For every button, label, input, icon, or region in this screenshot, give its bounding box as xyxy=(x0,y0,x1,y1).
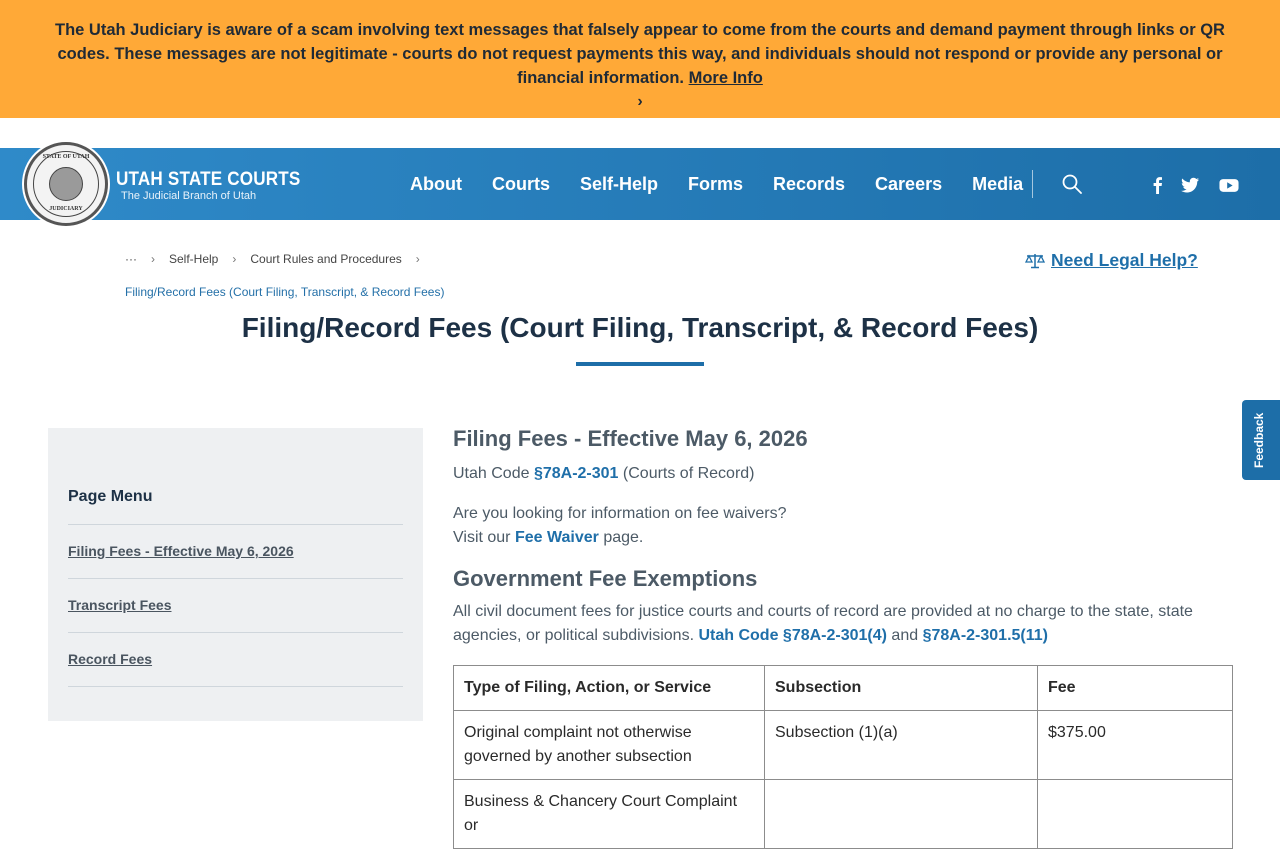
nav-forms[interactable]: Forms xyxy=(688,174,743,195)
brand-subtitle: The Judicial Branch of Utah xyxy=(121,190,257,202)
feedback-label: Feedback xyxy=(1252,412,1266,468)
nav-self-help[interactable]: Self-Help xyxy=(580,174,658,195)
table-row: Business & Chancery Court Complaint or xyxy=(453,779,1233,849)
code-link-78a-2-301-5-11[interactable]: §78A-2-301.5(11) xyxy=(923,627,1048,644)
table-cell-fee: $375.00 xyxy=(1037,710,1233,780)
table-cell-type: Business & Chancery Court Complaint or xyxy=(453,779,765,849)
breadcrumb-ellipsis[interactable]: ··· xyxy=(125,252,137,266)
filing-fees-table: Type of Filing, Action, or Service Subse… xyxy=(453,665,1233,849)
page-menu-item-record-fees[interactable]: Record Fees xyxy=(68,633,403,687)
fee-waiver-paragraph: Are you looking for information on fee w… xyxy=(453,502,1233,550)
breadcrumb-current[interactable]: Filing/Record Fees (Court Filing, Transc… xyxy=(125,285,444,299)
fee-waiver-question: Are you looking for information on fee w… xyxy=(453,505,787,522)
search-icon[interactable] xyxy=(1062,174,1082,194)
seal-beehive-icon xyxy=(49,167,83,201)
main-content: Filing Fees - Effective May 6, 2026 Utah… xyxy=(453,426,1233,849)
twitter-icon[interactable] xyxy=(1180,175,1200,195)
nav-about[interactable]: About xyxy=(410,174,462,195)
breadcrumb-separator-icon: › xyxy=(151,252,155,266)
breadcrumb-separator-icon: › xyxy=(232,252,237,266)
page-menu-item-transcript-fees[interactable]: Transcript Fees xyxy=(68,579,403,633)
page-menu: Page Menu Filing Fees - Effective May 6,… xyxy=(48,428,423,721)
scales-icon xyxy=(1025,253,1045,268)
breadcrumb-self-help[interactable]: Self-Help xyxy=(169,252,218,266)
feedback-tab[interactable]: Feedback xyxy=(1242,400,1280,480)
breadcrumb-separator-icon: › xyxy=(415,252,420,266)
fee-waiver-link[interactable]: Fee Waiver xyxy=(515,529,599,546)
utah-judiciary-seal-logo[interactable]: STATE OF UTAH JUDICIARY xyxy=(24,142,108,226)
breadcrumb: ··· › Self-Help › Court Rules and Proced… xyxy=(125,252,434,266)
code-prefix: Utah Code xyxy=(453,465,530,482)
table-header-fee: Fee xyxy=(1037,665,1233,711)
site-header: STATE OF UTAH JUDICIARY UTAH STATE COURT… xyxy=(0,142,1280,226)
facebook-icon[interactable] xyxy=(1148,175,1168,195)
code-link-78a-2-301[interactable]: §78A-2-301 xyxy=(534,465,619,482)
nav-divider xyxy=(1032,170,1033,198)
breadcrumb-court-rules[interactable]: Court Rules and Procedures xyxy=(250,252,401,266)
more-info-link[interactable]: More Info xyxy=(689,69,763,87)
main-nav: About Courts Self-Help Forms Records Car… xyxy=(410,148,1053,220)
page-menu-item-filing-fees[interactable]: Filing Fees - Effective May 6, 2026 xyxy=(68,525,403,579)
seal-bottom-text: JUDICIARY xyxy=(49,206,83,212)
table-cell-subsection xyxy=(764,779,1038,849)
nav-records[interactable]: Records xyxy=(773,174,845,195)
brand-title[interactable]: UTAH STATE COURTS xyxy=(116,169,301,191)
gov-and: and xyxy=(891,627,919,644)
need-legal-help-label: Need Legal Help? xyxy=(1051,250,1198,270)
youtube-icon[interactable] xyxy=(1219,175,1239,195)
table-header-row: Type of Filing, Action, or Service Subse… xyxy=(453,665,1233,711)
table-cell-type: Original complaint not otherwise governe… xyxy=(453,710,765,780)
table-cell-subsection: Subsection (1)(a) xyxy=(764,710,1038,780)
gov-exemptions-paragraph: All civil document fees for justice cour… xyxy=(453,600,1233,648)
nav-careers[interactable]: Careers xyxy=(875,174,942,195)
alert-text: The Utah Judiciary is aware of a scam in… xyxy=(55,21,1225,87)
table-cell-fee xyxy=(1037,779,1233,849)
utah-code-line: Utah Code §78A-2-301 (Courts of Record) xyxy=(453,462,1233,486)
fee-waiver-visit: Visit our xyxy=(453,529,511,546)
nav-courts[interactable]: Courts xyxy=(492,174,550,195)
gov-exemptions-heading: Government Fee Exemptions xyxy=(453,566,758,591)
seal-top-text: STATE OF UTAH xyxy=(42,154,90,160)
table-header-subsection: Subsection xyxy=(764,665,1038,711)
need-legal-help-link[interactable]: Need Legal Help? xyxy=(1025,250,1198,271)
scam-alert-banner: The Utah Judiciary is aware of a scam in… xyxy=(0,0,1280,118)
table-header-type: Type of Filing, Action, or Service xyxy=(453,665,765,711)
chevron-right-icon[interactable]: › xyxy=(30,90,1250,114)
code-link-78a-2-301-4[interactable]: Utah Code §78A-2-301(4) xyxy=(698,627,887,644)
page-title: Filing/Record Fees (Court Filing, Transc… xyxy=(241,312,1039,343)
filing-fees-heading: Filing Fees - Effective May 6, 2026 xyxy=(453,426,808,451)
code-suffix: (Courts of Record) xyxy=(622,465,755,482)
nav-media[interactable]: Media xyxy=(972,174,1023,195)
table-row: Original complaint not otherwise governe… xyxy=(453,710,1233,780)
title-underline xyxy=(576,362,704,366)
page-menu-heading: Page Menu xyxy=(68,488,403,525)
fee-waiver-suffix: page. xyxy=(603,529,644,546)
